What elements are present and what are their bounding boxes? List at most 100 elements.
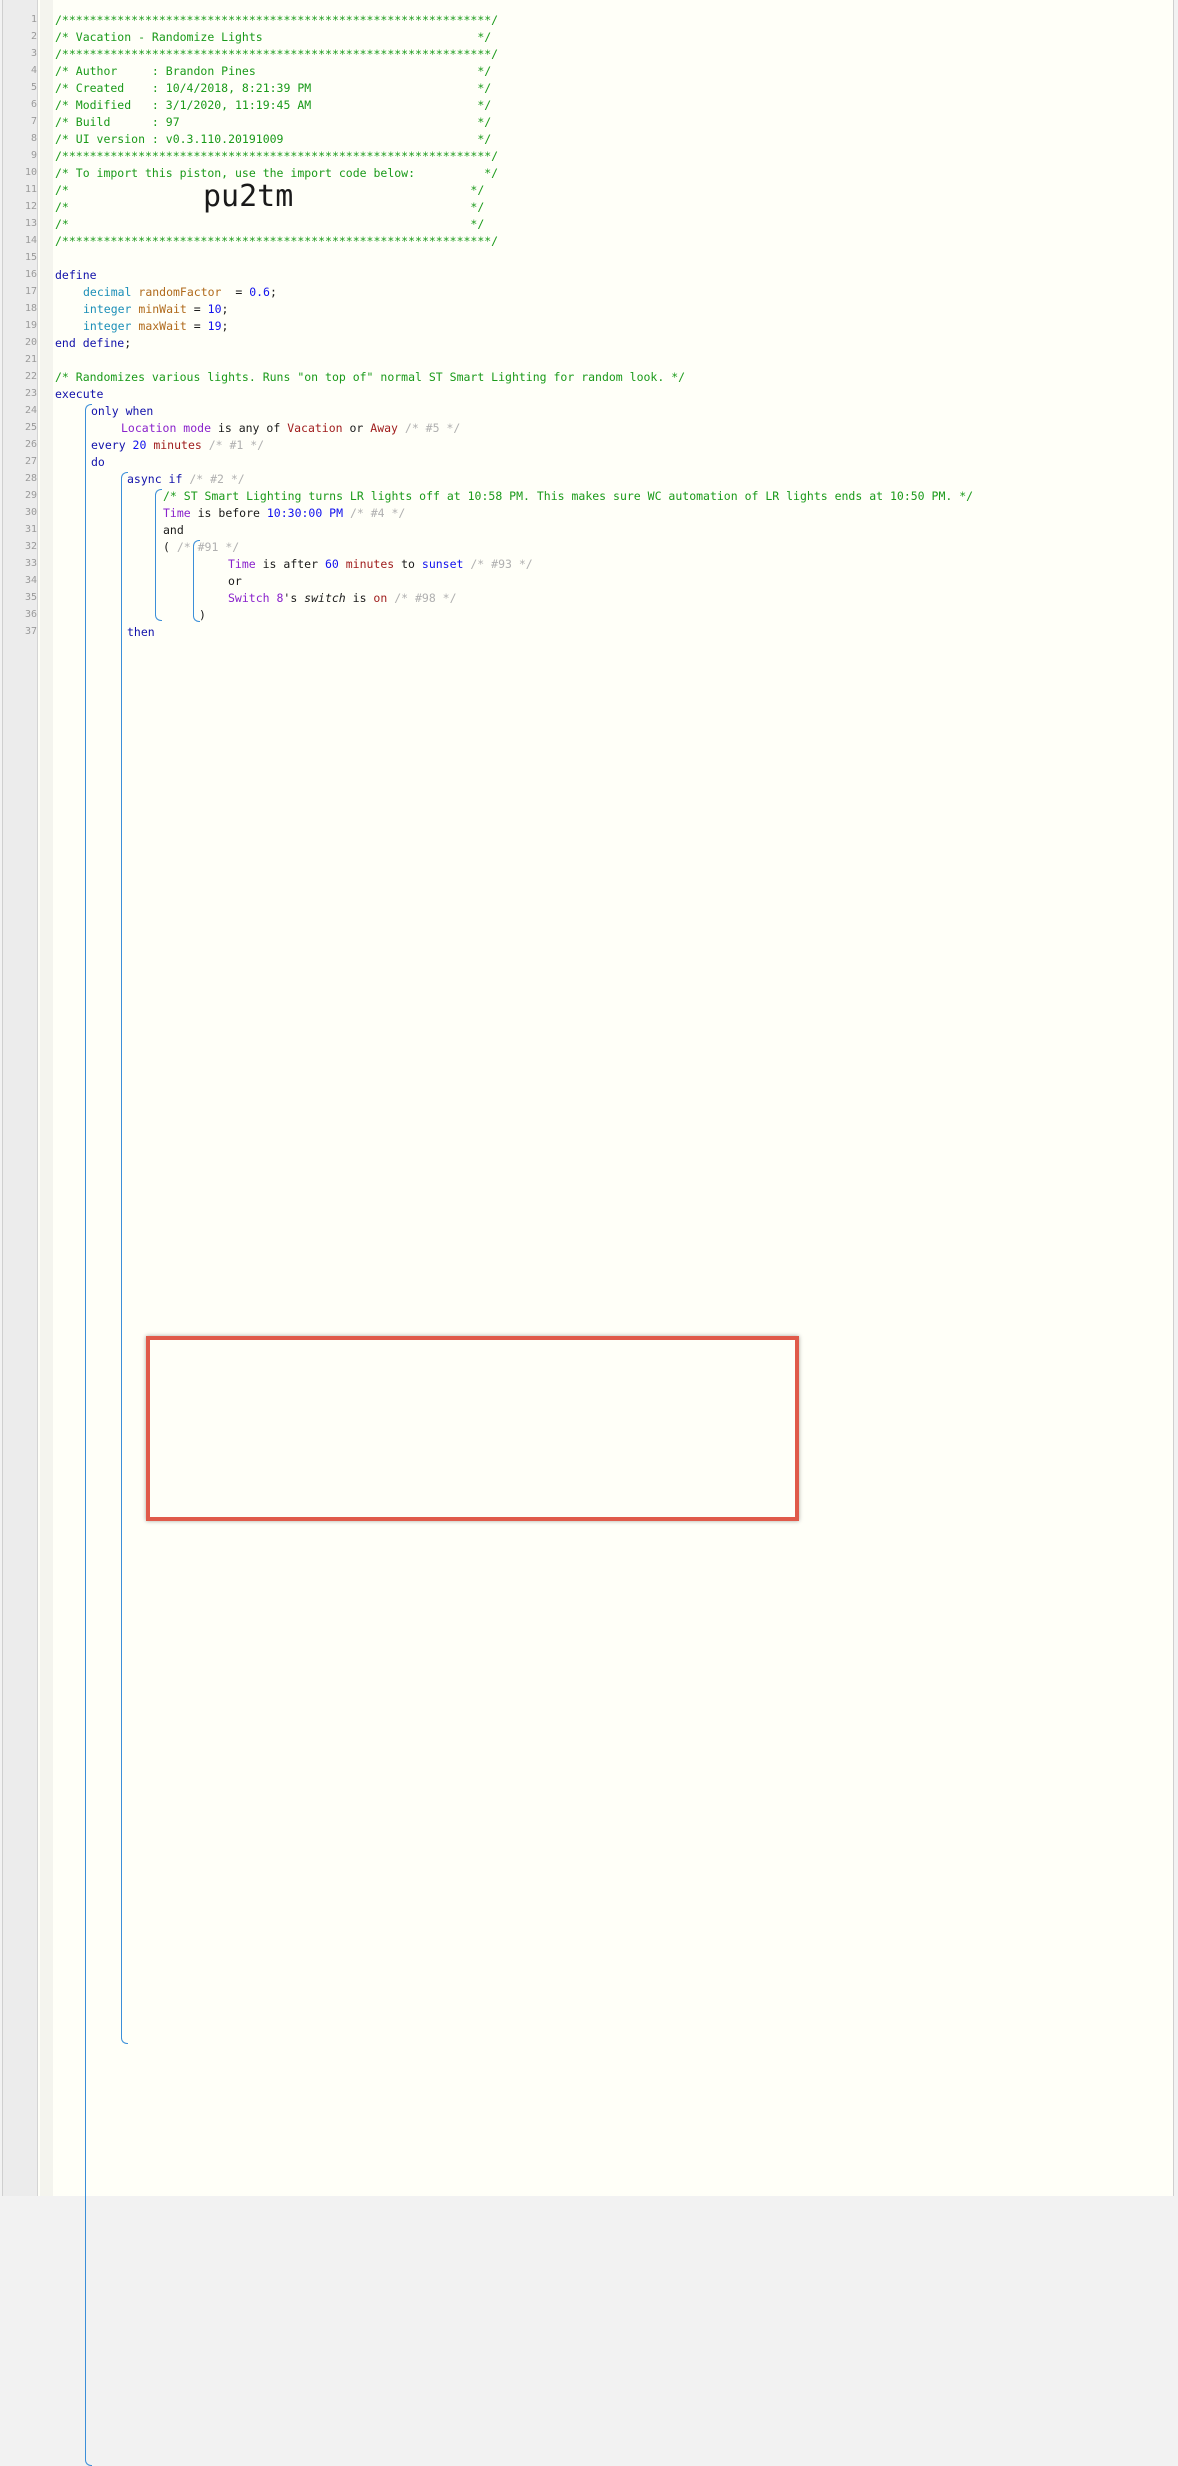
code-token: /* #93 */ xyxy=(463,557,533,571)
line-number: 29 xyxy=(24,490,37,501)
code-token: is before xyxy=(190,506,267,520)
line-number: 8 xyxy=(30,133,37,144)
line-number: 18 xyxy=(24,303,37,314)
code-token: minutes xyxy=(338,557,395,571)
indent-bar xyxy=(155,489,162,621)
code-token: and xyxy=(163,523,184,537)
code-line: ( /* #91 */ xyxy=(163,540,239,555)
line-number: 3 xyxy=(30,48,37,59)
code-token: async if xyxy=(127,472,183,486)
indent-bar xyxy=(121,472,128,2044)
line-number: 13 xyxy=(24,218,37,229)
code-token: ; xyxy=(124,336,132,350)
line-number: 26 xyxy=(24,439,37,450)
code-token: end define xyxy=(55,336,125,350)
code-token: 20 xyxy=(132,438,147,452)
highlight-box xyxy=(146,1336,799,1521)
code-line: /***************************************… xyxy=(55,149,498,164)
piston-code: 1 /**************************************… xyxy=(3,0,1173,2466)
code-token: Location mode xyxy=(121,421,212,435)
code-token: minutes xyxy=(146,438,202,452)
code-token: switch xyxy=(304,591,346,605)
code-line: end define; xyxy=(55,336,131,351)
code-token: then xyxy=(127,625,155,639)
line-number: 22 xyxy=(24,371,37,382)
code-token: is any of xyxy=(211,421,288,435)
line-number: 33 xyxy=(24,558,37,569)
code-token: randomFactor xyxy=(138,285,222,299)
code-token: sunset xyxy=(421,557,464,571)
code-token: every xyxy=(91,438,133,452)
code-token: Switch 8 xyxy=(228,591,284,605)
code-token: minWait xyxy=(138,302,187,316)
code-line: /***************************************… xyxy=(55,13,498,28)
line-number: 19 xyxy=(24,320,37,331)
line-number: 21 xyxy=(24,354,37,365)
code-token: define xyxy=(55,268,97,282)
line-number: 37 xyxy=(24,626,37,637)
code-line: or xyxy=(228,574,242,589)
code-line: define xyxy=(55,268,97,283)
code-line: /* Randomizes various lights. Runs "on t… xyxy=(55,370,685,385)
line-number: 20 xyxy=(24,337,37,348)
code-token: 's xyxy=(283,591,305,605)
code-line: async if /* #2 */ xyxy=(127,472,245,487)
code-line: integer maxWait = 19; xyxy=(83,319,228,334)
code-line: /* UI version : v0.3.110.20191009 */ xyxy=(55,132,491,147)
code-line: Time is after 60 minutes to sunset /* #9… xyxy=(228,557,533,572)
line-number: 1 xyxy=(30,14,37,25)
code-line: /* Created : 10/4/2018, 8:21:39 PM */ xyxy=(55,81,491,96)
line-number: 6 xyxy=(30,99,37,110)
code-token: /* Build : 97 */ xyxy=(55,115,492,129)
line-number: 34 xyxy=(24,575,37,586)
code-token: = xyxy=(186,319,208,333)
code-line: then xyxy=(127,625,155,640)
code-token: /* #98 */ xyxy=(387,591,457,605)
code-token: 10 xyxy=(207,302,222,316)
code-token: /* #4 */ xyxy=(343,506,406,520)
code-token: is xyxy=(345,591,374,605)
code-token: decimal xyxy=(83,285,139,299)
line-number: 10 xyxy=(24,167,37,178)
code-token: ; xyxy=(221,319,229,333)
code-token: to xyxy=(394,557,422,571)
line-number: 14 xyxy=(24,235,37,246)
code-token: 0.6 xyxy=(249,285,270,299)
line-number: 25 xyxy=(24,422,37,433)
code-token: 60 xyxy=(324,557,339,571)
code-token: or xyxy=(228,574,242,588)
code-token: /* #5 */ xyxy=(397,421,461,435)
code-token: /* UI version : v0.3.110.20191009 */ xyxy=(55,132,492,146)
code-token: /* #2 */ xyxy=(182,472,245,486)
code-token: Time xyxy=(163,506,191,520)
line-number: 30 xyxy=(24,507,37,518)
line-number: 5 xyxy=(30,82,37,93)
line-number: 32 xyxy=(24,541,37,552)
code-token: on xyxy=(373,591,388,605)
indent-bar xyxy=(193,540,200,622)
code-line: decimal randomFactor = 0.6; xyxy=(83,285,277,300)
code-token: /* Modified : 3/1/2020, 11:19:45 AM */ xyxy=(55,98,492,112)
code-token: integer xyxy=(83,302,139,316)
line-number: 27 xyxy=(24,456,37,467)
line-number: 35 xyxy=(24,592,37,603)
line-number: 23 xyxy=(24,388,37,399)
line-number: 36 xyxy=(24,609,37,620)
code-token: is after xyxy=(255,557,325,571)
code-token: /* Created : 10/4/2018, 8:21:39 PM */ xyxy=(55,81,492,95)
line-number: 24 xyxy=(24,405,37,416)
code-token: Vacation xyxy=(287,421,343,435)
code-token: ; xyxy=(269,285,277,299)
line-number: 11 xyxy=(24,184,37,195)
code-token: do xyxy=(91,455,105,469)
line-number: 12 xyxy=(24,201,37,212)
code-token: only when xyxy=(91,404,154,418)
line-number: 31 xyxy=(24,524,37,535)
code-line: /* Vacation - Randomize Lights */ xyxy=(55,30,491,45)
code-token: /* ST Smart Lighting turns LR lights off… xyxy=(163,489,974,503)
code-token: /* Randomizes various lights. Runs "on t… xyxy=(55,370,686,384)
line-number: 15 xyxy=(24,252,37,263)
code-token: /***************************************… xyxy=(55,13,499,27)
indent-bar xyxy=(85,404,92,2466)
code-line: Time is before 10:30:00 PM /* #4 */ xyxy=(163,506,405,521)
